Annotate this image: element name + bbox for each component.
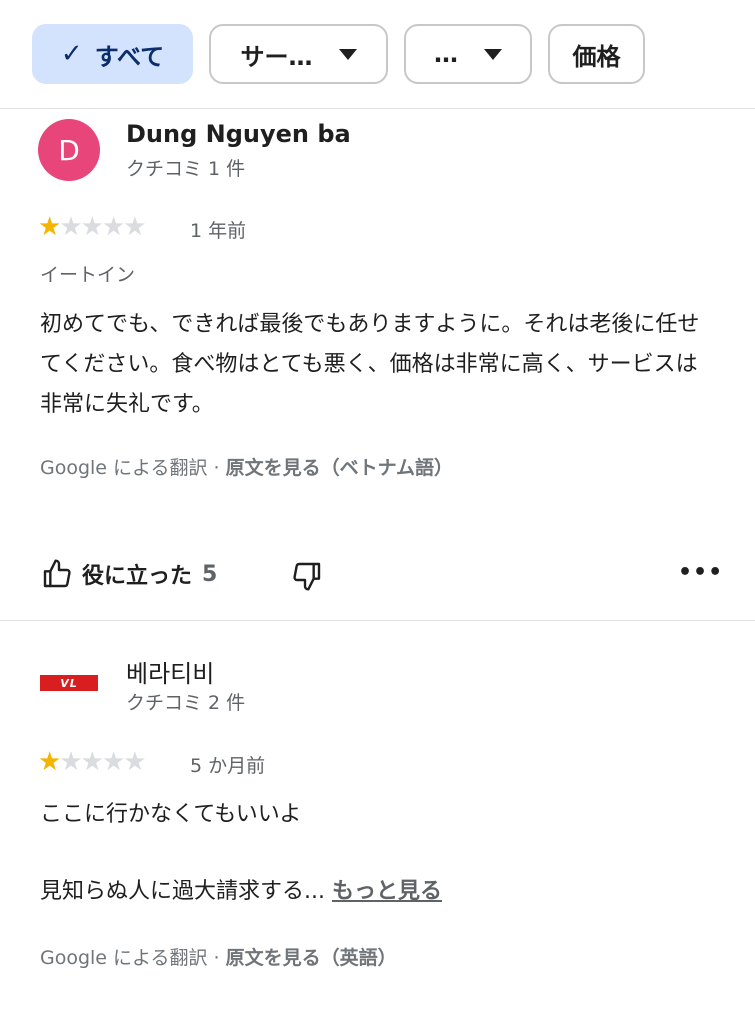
- review-date: 5 か月前: [190, 755, 266, 777]
- more-options-icon[interactable]: •••: [678, 560, 723, 585]
- see-original-link[interactable]: 原文を見る（ベトナム語）: [226, 457, 453, 479]
- review-text-line-2: 見知らぬ人に過大請求する... もっと見る: [40, 872, 710, 912]
- translation-prefix: Google による翻訳 ·: [40, 947, 226, 969]
- review-date: 1 年前: [190, 220, 247, 242]
- filter-bar: ✓ すべて サー… … 価格: [0, 0, 755, 109]
- review-text: 初めてでも、できれば最後でもありますように。それは老後に任せてください。食べ物は…: [40, 312, 700, 417]
- star-empty-icon: ★: [59, 212, 82, 242]
- star-empty-icon: ★: [123, 747, 146, 777]
- reviewer-name[interactable]: 베라티비: [126, 654, 214, 689]
- review-text-truncated: 見知らぬ人に過大請求する...: [40, 879, 332, 904]
- star-empty-icon: ★: [101, 212, 125, 242]
- star-empty-icon: ★: [59, 747, 82, 777]
- chevron-down-icon: [484, 48, 502, 60]
- translation-note: Google による翻訳 · 原文を見る（英語）: [40, 943, 397, 970]
- review-count: クチコミ 2 件: [126, 692, 246, 714]
- filter-all-chip[interactable]: ✓ すべて: [32, 24, 193, 84]
- helpful-button[interactable]: 役に立った 5: [40, 558, 217, 590]
- star-filled-icon: ★: [38, 747, 61, 777]
- thumbs-up-icon: [43, 559, 71, 588]
- helpful-count: 5: [202, 561, 218, 587]
- filter-service-chip[interactable]: サー…: [209, 24, 388, 84]
- helpful-label: 役に立った: [82, 564, 193, 589]
- avatar-letter: D: [58, 133, 80, 167]
- filter-more-label: …: [434, 40, 458, 68]
- avatar[interactable]: VL: [40, 675, 98, 691]
- star-empty-icon: ★: [80, 747, 104, 777]
- star-rating: ★★★★★: [38, 747, 147, 777]
- avatar[interactable]: D: [38, 119, 100, 181]
- star-rating: ★★★★★: [38, 212, 147, 242]
- filter-price-label: 価格: [572, 42, 621, 71]
- see-original-link[interactable]: 原文を見る（英語）: [226, 947, 397, 969]
- star-empty-icon: ★: [101, 747, 125, 777]
- review-divider: [0, 620, 755, 621]
- star-empty-icon: ★: [80, 212, 104, 242]
- filter-price-chip[interactable]: 価格: [548, 24, 645, 84]
- translation-prefix: Google による翻訳 ·: [40, 457, 226, 479]
- filter-more-chip[interactable]: …: [404, 24, 532, 84]
- avatar-logo-text: VL: [60, 676, 78, 690]
- check-icon: ✓: [60, 39, 83, 69]
- review-count: クチコミ 1 件: [126, 158, 246, 180]
- reviewer-name[interactable]: Dung Nguyen ba: [126, 120, 351, 148]
- star-filled-icon: ★: [38, 212, 61, 242]
- chevron-down-icon: [338, 48, 357, 60]
- filter-all-label: すべて: [94, 42, 165, 71]
- review-text-line-1: ここに行かなくてもいいよ: [40, 802, 302, 827]
- thumbs-down-icon[interactable]: [290, 560, 324, 592]
- filter-service-label: サー…: [240, 42, 313, 71]
- translation-note: Google による翻訳 · 原文を見る（ベトナム語）: [40, 453, 453, 480]
- dining-type: イートイン: [40, 264, 136, 286]
- see-more-link[interactable]: もっと見る: [332, 879, 442, 904]
- star-empty-icon: ★: [123, 212, 146, 242]
